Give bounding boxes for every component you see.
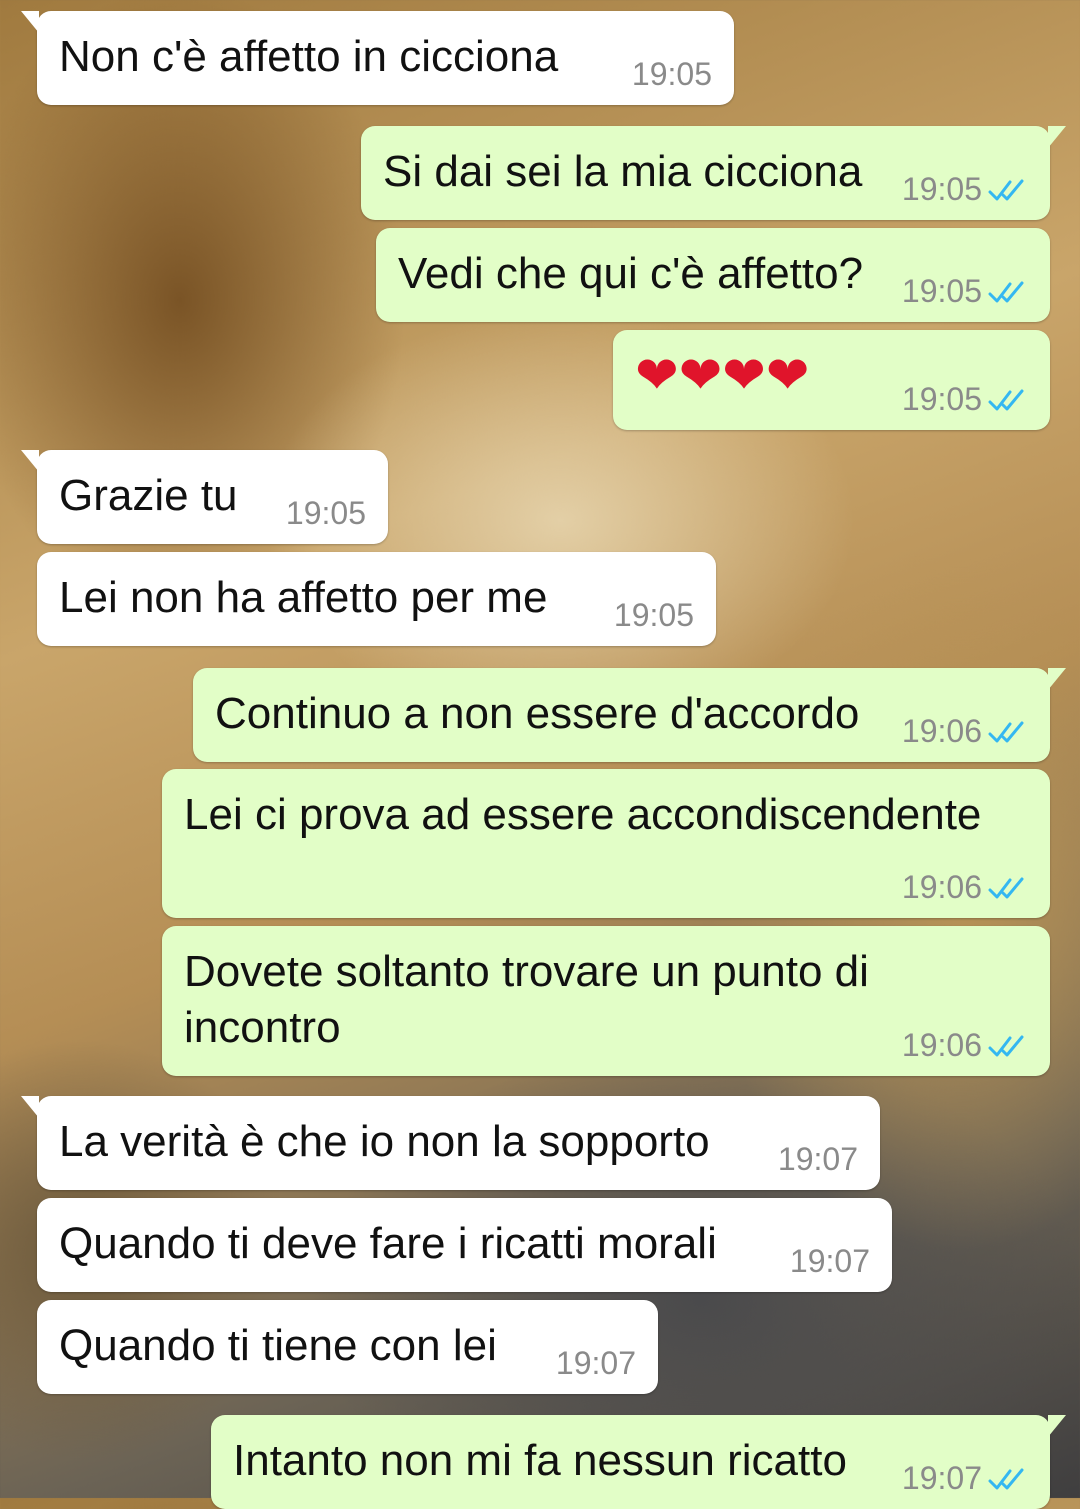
message-time: 19:06 (901, 1027, 982, 1063)
double-check-icon (988, 1035, 1024, 1056)
message-bubble-incoming[interactable]: Quando ti tiene con lei 19:07 (37, 1300, 658, 1394)
message-text: Lei ci prova ad essere accondiscendente (184, 790, 982, 839)
message-time: 19:07 (901, 1460, 982, 1496)
message-time: 19:05 (285, 495, 366, 531)
message-time: 19:05 (613, 597, 694, 633)
message-time: 19:05 (631, 56, 712, 92)
double-check-icon (988, 179, 1024, 200)
double-check-icon (988, 389, 1024, 410)
message-bubble-outgoing[interactable]: Lei ci prova ad essere accondiscendente … (162, 769, 1050, 918)
message-time: 19:07 (777, 1141, 858, 1177)
message-bubble-incoming[interactable]: Lei non ha affetto per me 19:05 (37, 552, 716, 646)
message-text: Quando ti deve fare i ricatti morali (59, 1219, 717, 1268)
message-bubble-incoming[interactable]: Quando ti deve fare i ricatti morali 19:… (37, 1198, 892, 1292)
message-time: 19:06 (901, 869, 982, 905)
double-check-icon (988, 877, 1024, 898)
message-time: 19:07 (555, 1345, 636, 1381)
message-text: Non c'è affetto in cicciona (59, 32, 559, 81)
message-time: 19:06 (901, 713, 982, 749)
message-time: 19:05 (901, 171, 982, 207)
message-text: Dovete soltanto trovare un punto di inco… (184, 947, 869, 1052)
message-bubble-outgoing[interactable]: Dovete soltanto trovare un punto di inco… (162, 926, 1050, 1076)
message-bubble-outgoing[interactable]: Continuo a non essere d'accordo 19:06 (193, 668, 1066, 762)
double-check-icon (988, 721, 1024, 742)
double-check-icon (988, 1468, 1024, 1489)
message-bubble-outgoing[interactable]: Intanto non mi fa nessun ricatto 19:07 (211, 1415, 1066, 1509)
message-time: 19:07 (789, 1243, 870, 1279)
message-bubble-incoming[interactable]: Non c'è affetto in cicciona 19:05 (21, 11, 734, 105)
chat-conversation: Non c'è affetto in cicciona 19:05 Si dai… (0, 0, 1080, 1509)
message-bubble-outgoing[interactable]: Vedi che qui c'è affetto? 19:05 (376, 228, 1050, 322)
message-bubble-outgoing[interactable]: Si dai sei la mia cicciona 19:05 (361, 126, 1066, 220)
double-check-icon (988, 281, 1024, 302)
message-bubble-incoming[interactable]: Grazie tu 19:05 (21, 450, 388, 544)
message-text: Quando ti tiene con lei (59, 1321, 497, 1370)
message-bubble-outgoing[interactable]: ❤❤❤❤ 19:05 (613, 330, 1050, 430)
message-time: 19:05 (901, 273, 982, 309)
message-text: Lei non ha affetto per me (59, 573, 548, 622)
message-text: La verità è che io non la sopporto (59, 1117, 710, 1166)
message-time: 19:05 (901, 381, 982, 417)
message-bubble-incoming[interactable]: La verità è che io non la sopporto 19:07 (21, 1096, 880, 1190)
